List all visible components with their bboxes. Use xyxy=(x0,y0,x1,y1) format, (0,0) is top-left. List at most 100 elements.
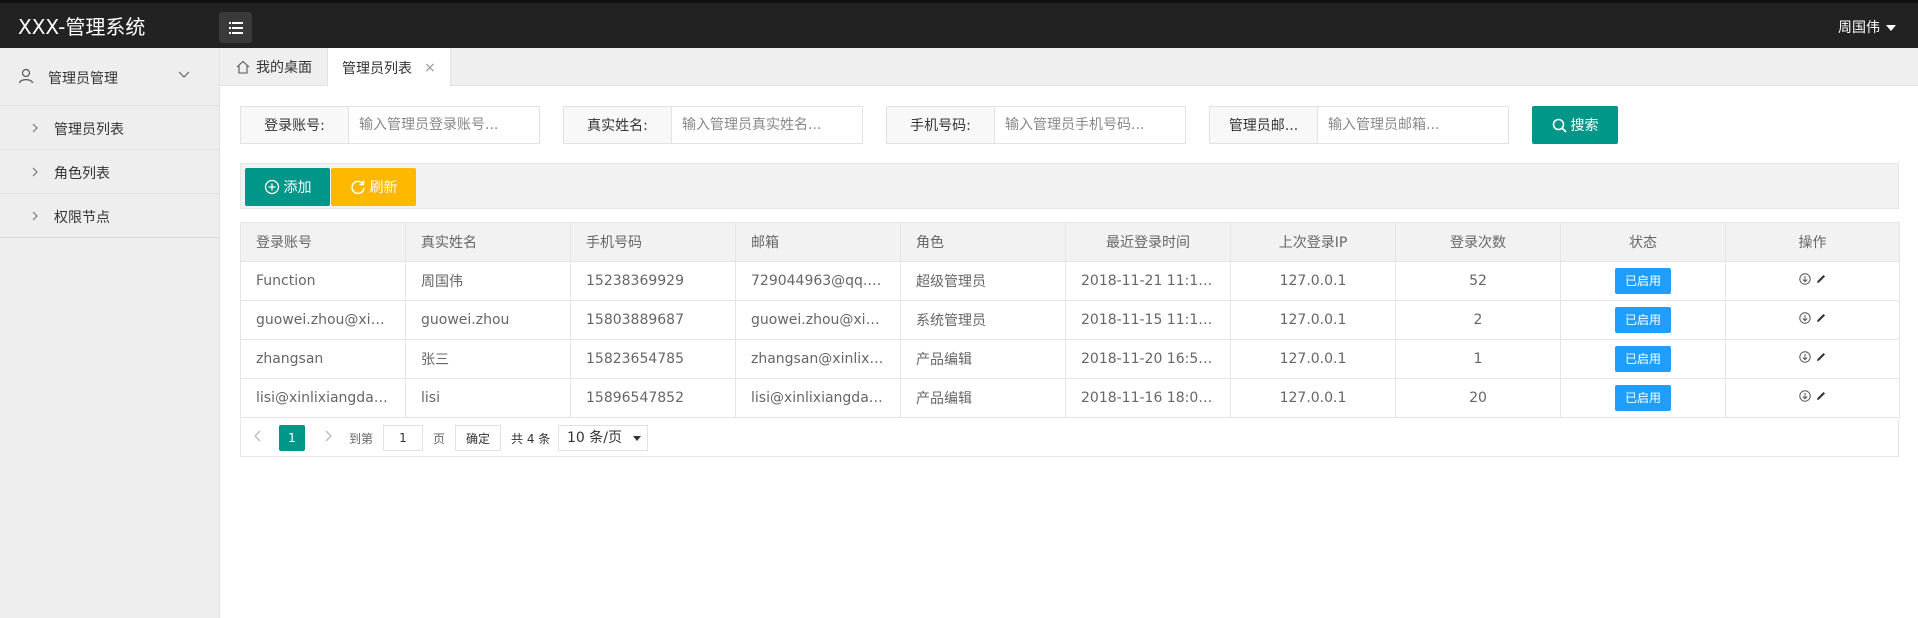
cell-account: lisi@xinlixiangdao.... xyxy=(240,378,406,418)
column-header[interactable]: 状态 xyxy=(1560,222,1726,262)
page-size-value: 10 条/页 xyxy=(567,430,622,446)
page-word: 页 xyxy=(433,432,446,446)
cell-ip: 127.0.0.1 xyxy=(1230,261,1396,301)
cell-email: 729044963@qq.com xyxy=(735,261,901,301)
sidebar: 管理员管理 管理员列表 角色列表 权限节点 xyxy=(0,48,220,618)
hamburger-icon xyxy=(228,21,243,34)
email-input[interactable] xyxy=(1318,107,1508,143)
next-page-icon[interactable] xyxy=(323,429,333,447)
page-input[interactable]: 1 xyxy=(383,425,423,451)
cell-role: 产品编辑 xyxy=(900,339,1066,379)
total-count: 共 4 条 xyxy=(511,432,551,446)
cell-status: 已启用 xyxy=(1560,339,1726,379)
sidebar-group-label: 管理员管理 xyxy=(48,71,118,87)
sidebar-item-admin-list[interactable]: 管理员列表 xyxy=(0,106,219,150)
cell-actions xyxy=(1725,339,1900,379)
status-badge[interactable]: 已启用 xyxy=(1614,268,1671,294)
cell-email: lisi@xinlixiangdao.... xyxy=(735,378,901,418)
tab-desktop[interactable]: 我的桌面 xyxy=(220,48,328,86)
sidebar-item-label: 角色列表 xyxy=(54,166,110,182)
cell-actions xyxy=(1725,300,1900,340)
search-button-label: 搜索 xyxy=(1570,118,1599,134)
page-size-select[interactable]: 10 条/页 xyxy=(558,425,648,451)
chevron-down-icon xyxy=(178,71,190,78)
table-row: Function 周国伟 15238369929 729044963@qq.com 超级… xyxy=(240,261,1900,301)
sidebar-group-admin[interactable]: 管理员管理 xyxy=(0,48,219,106)
cell-last-login: 2018-11-20 16:57:09 xyxy=(1065,339,1231,379)
search-field-email: 管理员邮... xyxy=(1209,106,1509,144)
cell-name: lisi xyxy=(405,378,571,418)
cell-status: 已启用 xyxy=(1560,300,1726,340)
top-header: XXX-管理系统 周国伟 xyxy=(0,0,1918,48)
sidebar-item-permission-nodes[interactable]: 权限节点 xyxy=(0,194,219,238)
close-icon[interactable]: × xyxy=(424,60,436,76)
column-header[interactable]: 登录次数 xyxy=(1395,222,1561,262)
goto-label: 到第 xyxy=(349,432,374,446)
search-label: 管理员邮... xyxy=(1210,107,1318,143)
phone-input[interactable] xyxy=(995,107,1185,143)
status-badge[interactable]: 已启用 xyxy=(1614,346,1671,372)
current-page[interactable]: 1 xyxy=(279,425,305,451)
edit-icon[interactable] xyxy=(1815,390,1827,402)
column-header[interactable]: 角色 xyxy=(900,222,1066,262)
tab-label: 我的桌面 xyxy=(256,60,312,76)
column-header[interactable]: 邮箱 xyxy=(735,222,901,262)
search-field-phone: 手机号码: xyxy=(886,106,1186,144)
caret-down-icon xyxy=(633,436,641,441)
download-icon[interactable] xyxy=(1798,351,1811,363)
chevron-down-icon xyxy=(1886,25,1896,31)
realname-input[interactable] xyxy=(672,107,862,143)
cell-actions xyxy=(1725,378,1900,418)
table-row: zhangsan 张三 15823654785 zhangsan@xinlixia..… xyxy=(240,339,1900,379)
add-button-label: 添加 xyxy=(283,180,312,196)
app-title: XXX-管理系统 xyxy=(18,15,146,39)
column-header[interactable]: 手机号码 xyxy=(570,222,736,262)
column-header[interactable]: 真实姓名 xyxy=(405,222,571,262)
column-header[interactable]: 操作 xyxy=(1725,222,1900,262)
cell-actions xyxy=(1725,261,1900,301)
tab-admin-list[interactable]: 管理员列表 × xyxy=(328,48,451,87)
user-name: 周国伟 xyxy=(1838,20,1880,36)
refresh-button[interactable]: 刷新 xyxy=(331,168,416,206)
cell-role: 系统管理员 xyxy=(900,300,1066,340)
table-row: lisi@xinlixiangdao.... lisi 15896547852 lis… xyxy=(240,378,1900,418)
edit-icon[interactable] xyxy=(1815,312,1827,324)
status-badge[interactable]: 已启用 xyxy=(1614,307,1671,333)
cell-count: 20 xyxy=(1395,378,1561,418)
user-icon xyxy=(18,68,34,84)
add-button[interactable]: 添加 xyxy=(245,168,330,206)
cell-status: 已启用 xyxy=(1560,261,1726,301)
cell-phone: 15896547852 xyxy=(570,378,736,418)
cell-last-login: 2018-11-15 11:10:17 xyxy=(1065,300,1231,340)
cell-email: guowei.zhou@xinli... xyxy=(735,300,901,340)
download-icon[interactable] xyxy=(1798,312,1811,324)
column-header[interactable]: 登录账号 xyxy=(240,222,406,262)
search-label: 真实姓名: xyxy=(564,107,672,143)
cell-name: guowei.zhou xyxy=(405,300,571,340)
column-header[interactable]: 上次登录IP xyxy=(1230,222,1396,262)
menu-toggle-button[interactable] xyxy=(219,12,252,43)
user-menu[interactable]: 周国伟 xyxy=(1838,17,1896,37)
cell-phone: 15803889687 xyxy=(570,300,736,340)
cell-last-login: 2018-11-16 18:00:16 xyxy=(1065,378,1231,418)
sidebar-item-label: 管理员列表 xyxy=(54,122,124,138)
sidebar-item-label: 权限节点 xyxy=(54,210,110,226)
table-row: guowei.zhou@xinli... guowei.zhou 158038896… xyxy=(240,300,1900,340)
cell-count: 52 xyxy=(1395,261,1561,301)
column-header[interactable]: 最近登录时间 xyxy=(1065,222,1231,262)
download-icon[interactable] xyxy=(1798,390,1811,402)
cell-status: 已启用 xyxy=(1560,378,1726,418)
prev-page-icon[interactable] xyxy=(253,429,263,447)
status-badge[interactable]: 已启用 xyxy=(1614,385,1671,411)
edit-icon[interactable] xyxy=(1815,351,1827,363)
confirm-page-button[interactable]: 确定 xyxy=(455,425,501,451)
search-button[interactable]: 搜索 xyxy=(1532,106,1618,144)
download-icon[interactable] xyxy=(1798,273,1811,285)
cell-email: zhangsan@xinlixia... xyxy=(735,339,901,379)
chevron-right-icon xyxy=(32,167,38,177)
chevron-right-icon xyxy=(32,211,38,221)
account-input[interactable] xyxy=(349,107,539,143)
pagination: 1 到第 1 页 确定 共 4 条 10 条/页 xyxy=(240,419,1899,457)
edit-icon[interactable] xyxy=(1815,273,1827,285)
sidebar-item-role-list[interactable]: 角色列表 xyxy=(0,150,219,194)
